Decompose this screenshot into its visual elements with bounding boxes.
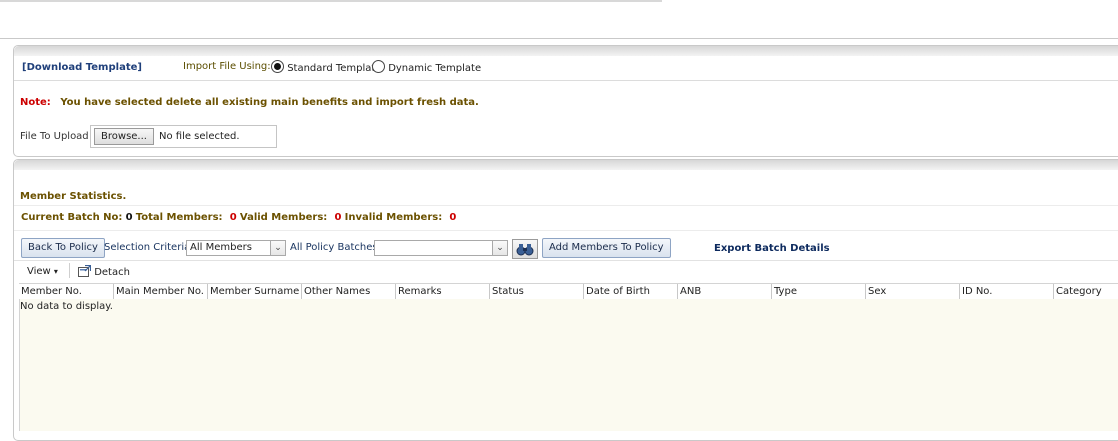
column-header[interactable]: Type bbox=[771, 284, 866, 299]
back-to-policy-button[interactable]: Back To Policy bbox=[21, 238, 105, 258]
members-table-header: Member No. Main Member No. Member Surnam… bbox=[19, 283, 1118, 300]
detach-label: Detach bbox=[94, 267, 130, 278]
column-header[interactable]: Remarks bbox=[395, 284, 490, 299]
dynamic-template-label: Dynamic Template bbox=[388, 63, 482, 74]
batch-value: 0 bbox=[125, 212, 133, 223]
stats-divider bbox=[14, 205, 1118, 206]
batch-label: Current Batch No: bbox=[21, 212, 123, 223]
view-menu[interactable]: View ▾ bbox=[27, 266, 58, 277]
search-button[interactable] bbox=[512, 239, 538, 259]
note-label: Note: bbox=[20, 97, 51, 108]
dynamic-template-option[interactable]: Dynamic Template bbox=[372, 60, 481, 74]
panel-header-shade bbox=[14, 160, 1118, 170]
stats-row: Current Batch No: 0 Total Members: 0 Val… bbox=[21, 212, 456, 223]
browse-button[interactable]: Browse... bbox=[94, 128, 154, 145]
column-header[interactable]: Category bbox=[1053, 284, 1118, 299]
import-row-divider bbox=[14, 80, 1118, 81]
export-batch-details-link[interactable]: Export Batch Details bbox=[714, 243, 830, 254]
chevron-down-icon: ▾ bbox=[53, 267, 58, 276]
binoculars-icon bbox=[516, 244, 534, 256]
section-divider bbox=[0, 38, 1118, 39]
invalid-members-label: Invalid Members: bbox=[344, 212, 443, 223]
column-header[interactable]: Other Names bbox=[301, 284, 396, 299]
column-header[interactable]: Member Surname bbox=[207, 284, 302, 299]
detach-button[interactable]: Detach bbox=[78, 264, 130, 278]
toolbar-separator bbox=[69, 263, 70, 278]
top-divider bbox=[0, 0, 662, 2]
column-header[interactable]: Member No. bbox=[19, 284, 112, 299]
empty-table-message: No data to display. bbox=[20, 301, 113, 312]
download-template-link[interactable]: [Download Template] bbox=[22, 62, 142, 73]
chevron-down-icon[interactable]: ⌄ bbox=[492, 241, 507, 255]
standard-template-option[interactable]: Standard Template bbox=[271, 60, 382, 74]
policy-batches-label: All Policy Batches bbox=[290, 242, 378, 253]
selection-criteria-select[interactable]: All Members ⌄ bbox=[186, 240, 286, 256]
selection-criteria-value: All Members bbox=[190, 242, 252, 253]
dynamic-template-radio[interactable] bbox=[372, 60, 385, 73]
column-header[interactable]: Date of Birth bbox=[583, 284, 678, 299]
standard-template-radio[interactable] bbox=[271, 60, 284, 73]
add-members-to-policy-button[interactable]: Add Members To Policy bbox=[542, 238, 671, 258]
file-upload-field[interactable]: Browse... No file selected. bbox=[90, 125, 277, 148]
members-table-body: No data to display. bbox=[19, 299, 1118, 431]
column-header[interactable]: Status bbox=[489, 284, 584, 299]
total-members-label: Total Members: bbox=[135, 212, 223, 223]
view-menu-label: View bbox=[27, 266, 51, 277]
toolbar-divider bbox=[14, 260, 1118, 261]
note-text: You have selected delete all existing ma… bbox=[60, 97, 479, 108]
selection-criteria-label: Selection Criteria bbox=[104, 242, 191, 253]
member-statistics-title: Member Statistics. bbox=[20, 191, 127, 202]
import-file-label: Import File Using: bbox=[183, 61, 271, 72]
policy-batches-select[interactable]: ⌄ bbox=[374, 240, 508, 256]
file-upload-label: File To Upload bbox=[20, 131, 89, 142]
stats-bottom-divider bbox=[14, 230, 1118, 231]
panel-header-shade bbox=[14, 46, 1118, 56]
valid-members-value: 0 bbox=[334, 212, 342, 223]
note-message: Note: You have selected delete all exist… bbox=[20, 97, 479, 108]
detach-icon bbox=[78, 264, 92, 277]
column-header[interactable]: ANB bbox=[677, 284, 772, 299]
chevron-down-icon[interactable]: ⌄ bbox=[270, 241, 285, 255]
file-status: No file selected. bbox=[159, 131, 240, 142]
column-header[interactable]: Sex bbox=[865, 284, 960, 299]
column-header[interactable]: Main Member No. bbox=[113, 284, 208, 299]
valid-members-label: Valid Members: bbox=[239, 212, 328, 223]
invalid-members-value: 0 bbox=[449, 212, 457, 223]
column-header[interactable]: ID No. bbox=[959, 284, 1054, 299]
standard-template-label: Standard Template bbox=[287, 63, 382, 74]
total-members-value: 0 bbox=[229, 212, 237, 223]
